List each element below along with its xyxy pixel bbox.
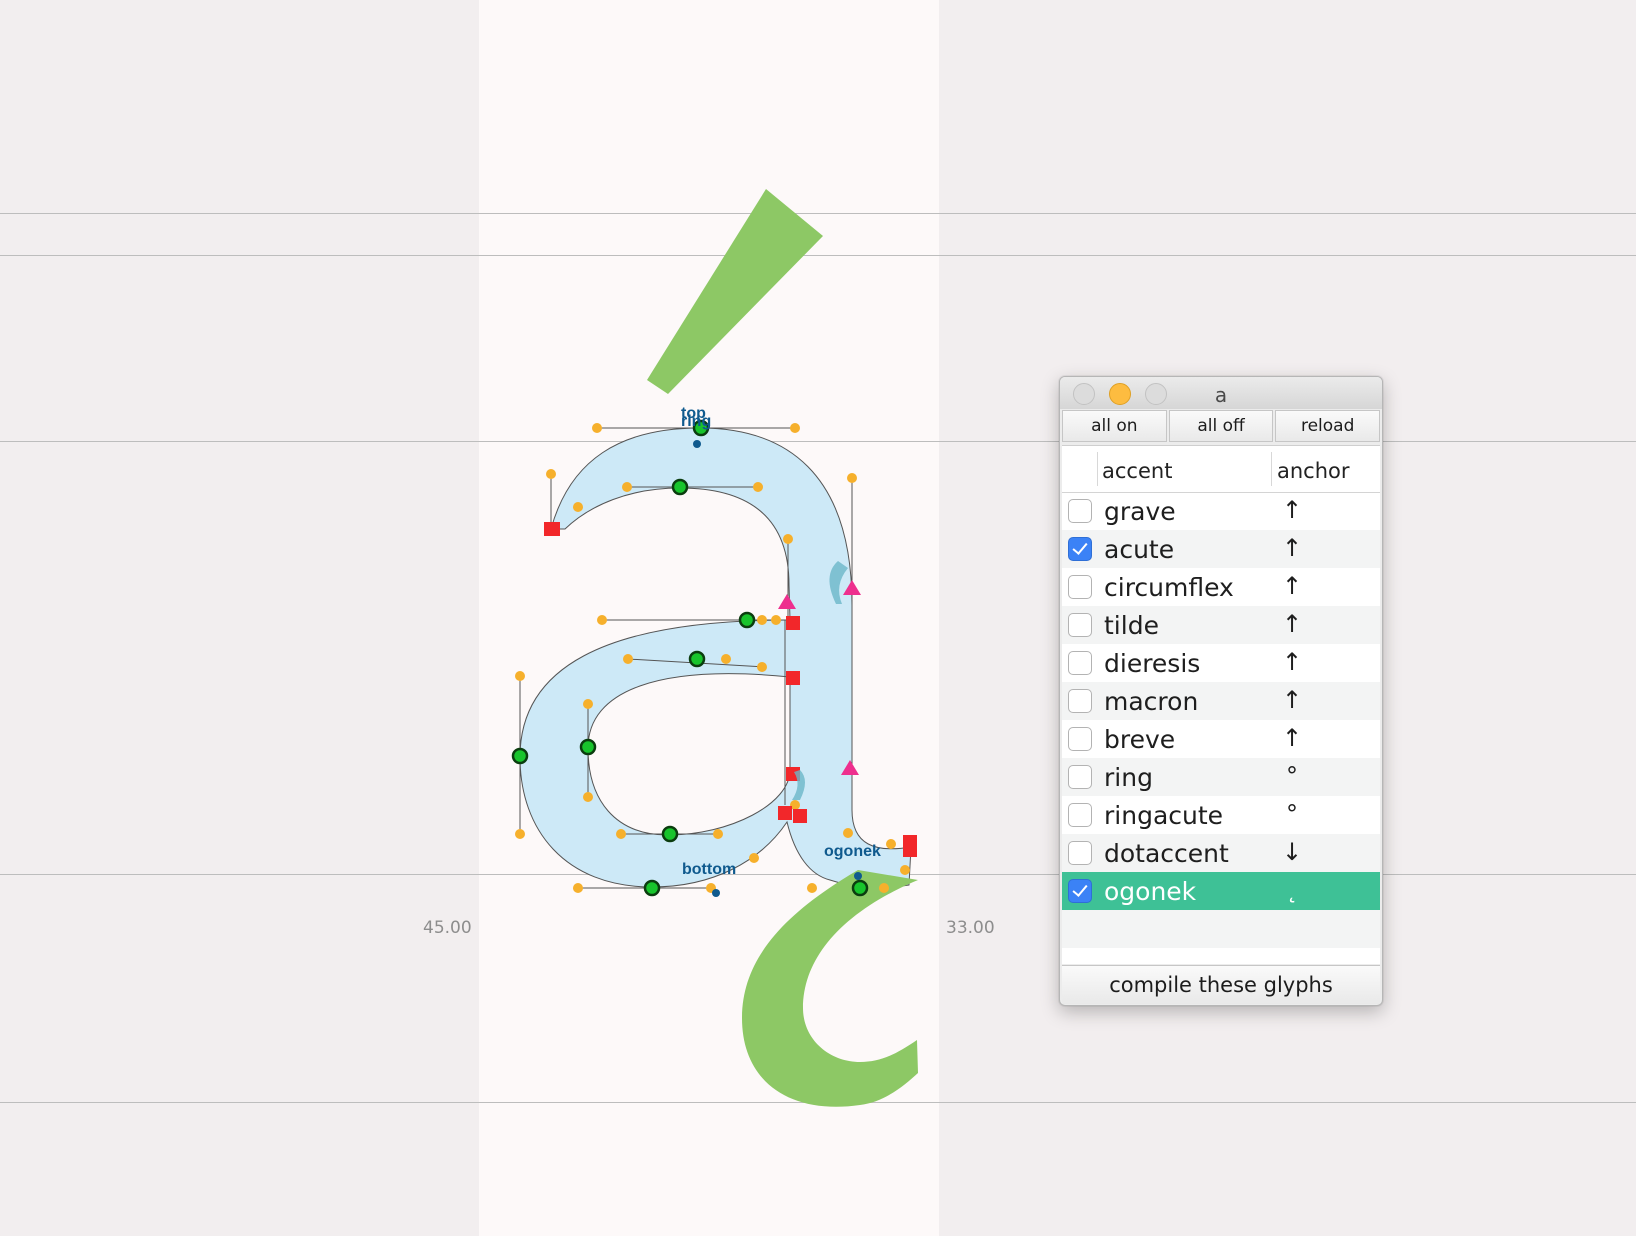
accent-name: dieresis [1104,649,1201,678]
accent-list-header: accent anchor [1062,446,1380,493]
accent-name: breve [1104,725,1176,754]
anchor-ogonek-icon: ˛ [1286,876,1298,904]
window-title: a [1214,383,1228,407]
accent-checkbox-dotaccent[interactable] [1068,841,1092,865]
accent-list[interactable]: accent anchor grave ↑ acute ↑ circumflex… [1062,445,1380,964]
accent-checkbox-acute[interactable] [1068,537,1092,561]
accent-name: tilde [1104,611,1159,640]
accent-checkbox-ogonek[interactable] [1068,879,1092,903]
accent-builder-panel: a all on all off reload accent anchor gr… [1059,376,1383,1006]
accent-row-circumflex[interactable]: circumflex ↑ [1062,568,1380,606]
anchor-up-arrow-icon: ↑ [1281,534,1303,562]
accent-row-ring[interactable]: ring ° [1062,758,1380,796]
accent-checkbox-grave[interactable] [1068,499,1092,523]
accent-checkbox-ring[interactable] [1068,765,1092,789]
accent-name: dotaccent [1104,839,1229,868]
anchor-up-arrow-icon: ↑ [1281,572,1303,600]
empty-row [1062,910,1380,948]
accent-checkbox-dieresis[interactable] [1068,651,1092,675]
accent-row-acute[interactable]: acute ↑ [1062,530,1380,568]
left-sidebearing-value: 45.00 [423,918,472,938]
accent-checkbox-circumflex[interactable] [1068,575,1092,599]
accent-row-grave[interactable]: grave ↑ [1062,492,1380,530]
accent-name: macron [1104,687,1199,716]
accent-row-ogonek[interactable]: ogonek ˛ [1062,872,1380,910]
accent-checkbox-macron[interactable] [1068,689,1092,713]
anchor-up-arrow-icon: ↑ [1281,496,1303,524]
accent-name: ringacute [1104,801,1224,830]
accent-row-macron[interactable]: macron ↑ [1062,682,1380,720]
anchor-down-arrow-icon: ↓ [1281,838,1303,866]
compile-glyphs-button[interactable]: compile these glyphs [1062,965,1380,1004]
anchor-label-bottom: bottom [682,861,736,878]
accent-name: circumflex [1104,573,1234,602]
column-separator [1271,452,1272,486]
accent-row-breve[interactable]: breve ↑ [1062,720,1380,758]
panel-toolbar: all on all off reload [1062,410,1381,444]
accent-row-tilde[interactable]: tilde ↑ [1062,606,1380,644]
glyph-advance-box [479,0,939,1236]
anchor-up-arrow-icon: ↑ [1281,610,1303,638]
accent-name: acute [1104,535,1175,564]
anchor-ring-icon: ° [1286,762,1298,790]
accent-name: ogonek [1104,877,1197,906]
anchor-up-arrow-icon: ↑ [1281,648,1303,676]
right-sidebearing-value: 33.00 [946,918,995,938]
anchor-label-ring: ring [681,413,711,430]
glyph-editor-view[interactable]: top ring bottom ogonek [0,0,1636,1236]
all-off-button[interactable]: all off [1168,410,1274,442]
column-separator [1097,452,1098,486]
accent-name: grave [1104,497,1176,526]
accent-row-dieresis[interactable]: dieresis ↑ [1062,644,1380,682]
accent-row-dotaccent[interactable]: dotaccent ↓ [1062,834,1380,872]
anchor-ring-icon: ° [1286,800,1298,828]
accent-checkbox-breve[interactable] [1068,727,1092,751]
accent-checkbox-tilde[interactable] [1068,613,1092,637]
reload-button[interactable]: reload [1275,410,1381,442]
anchor-up-arrow-icon: ↑ [1281,686,1303,714]
accent-row-ringacute[interactable]: ringacute ° [1062,796,1380,834]
accent-name: ring [1104,763,1153,792]
panel-title-bar[interactable]: a [1060,377,1382,409]
anchor-up-arrow-icon: ↑ [1281,724,1303,752]
accent-column-header[interactable]: accent [1102,459,1172,483]
accent-checkbox-ringacute[interactable] [1068,803,1092,827]
anchor-label-ogonek: ogonek [824,843,881,860]
all-on-button[interactable]: all on [1062,410,1167,442]
anchor-column-header[interactable]: anchor [1277,459,1350,483]
